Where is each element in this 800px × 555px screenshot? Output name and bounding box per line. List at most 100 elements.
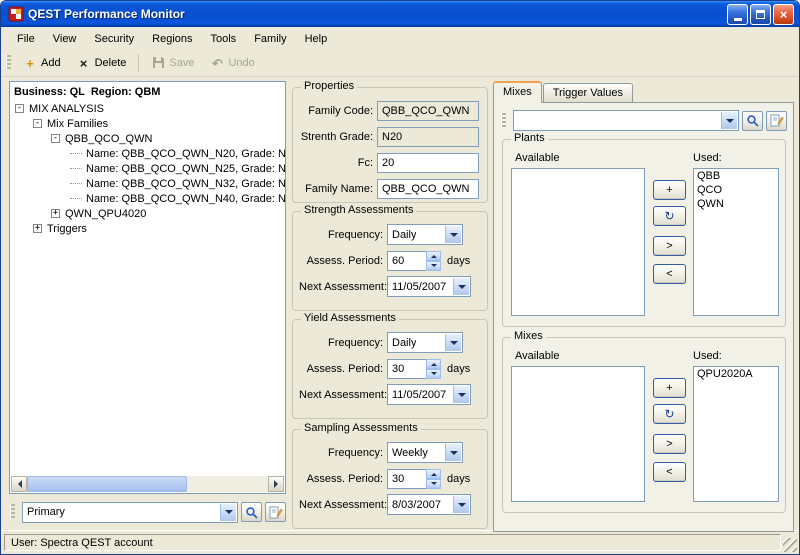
mixes-add-button[interactable]: + bbox=[653, 378, 686, 398]
menu-help[interactable]: Help bbox=[296, 30, 337, 48]
maximize-button[interactable] bbox=[750, 4, 771, 25]
undo-button-label: Undo bbox=[228, 57, 254, 69]
tree-item-mix[interactable]: Name: QBB_QCO_QWN_N20, Grade: N20 bbox=[10, 146, 285, 161]
strength-frequency-select[interactable]: Daily bbox=[387, 224, 463, 245]
chevron-down-icon[interactable] bbox=[445, 226, 461, 243]
strength-grade-field[interactable]: N20 bbox=[377, 127, 479, 147]
collapse-icon[interactable]: - bbox=[51, 134, 60, 143]
mixes-move-left-button[interactable]: < bbox=[653, 462, 686, 482]
scrollbar-thumb[interactable] bbox=[27, 476, 187, 492]
minimize-button[interactable] bbox=[727, 4, 748, 25]
scroll-left-button[interactable] bbox=[11, 476, 27, 492]
save-button[interactable]: Save bbox=[143, 52, 202, 75]
menu-family[interactable]: Family bbox=[245, 30, 295, 48]
resize-grip[interactable] bbox=[783, 538, 797, 552]
tree-item-family[interactable]: - QBB_QCO_QWN bbox=[10, 131, 285, 146]
frequency-row: Frequency: Daily bbox=[299, 224, 481, 245]
menu-security[interactable]: Security bbox=[85, 30, 143, 48]
tree-item-mix[interactable]: Name: QBB_QCO_QWN_N32, Grade: N32 bbox=[10, 176, 285, 191]
sampling-period-value[interactable]: 30 bbox=[387, 469, 427, 489]
mixes-move-right-button[interactable]: > bbox=[653, 434, 686, 454]
chevron-down-icon[interactable] bbox=[453, 496, 469, 513]
filter-grip[interactable] bbox=[501, 113, 506, 129]
spin-down-button[interactable] bbox=[426, 369, 441, 379]
properties-group: Properties Family Code: QBB_QCO_QWN Stre… bbox=[292, 87, 488, 203]
filter-search-button[interactable] bbox=[742, 111, 763, 131]
tab-trigger-values[interactable]: Trigger Values bbox=[543, 83, 633, 102]
yield-frequency-select[interactable]: Daily bbox=[387, 332, 463, 353]
strength-period-value[interactable]: 60 bbox=[387, 251, 427, 271]
filter-edit-button[interactable] bbox=[766, 111, 787, 131]
menu-file[interactable]: File bbox=[8, 30, 44, 48]
fc-field[interactable]: 20 bbox=[377, 153, 479, 173]
tree-item-mix-analysis[interactable]: - MIX ANALYSIS bbox=[10, 101, 285, 116]
tree-item-mix-families[interactable]: - Mix Families bbox=[10, 116, 285, 131]
filter-combo[interactable] bbox=[513, 110, 739, 131]
edit-button[interactable] bbox=[265, 502, 286, 522]
expand-icon[interactable]: + bbox=[51, 209, 60, 218]
tree-item-family[interactable]: + QWN_QPU4020 bbox=[10, 206, 285, 221]
expand-icon[interactable]: + bbox=[33, 224, 42, 233]
add-button[interactable]: + Add bbox=[15, 53, 69, 74]
spin-up-button[interactable] bbox=[426, 359, 441, 369]
plants-move-left-button[interactable]: < bbox=[653, 264, 686, 284]
tab-mixes[interactable]: Mixes bbox=[493, 81, 542, 103]
plants-used-list[interactable]: QBB QCO QWN bbox=[693, 168, 779, 316]
strength-period-stepper[interactable]: 60 bbox=[387, 251, 441, 271]
toolbar-grip[interactable] bbox=[6, 55, 11, 71]
undo-icon: ↶ bbox=[210, 57, 224, 70]
undo-button[interactable]: ↶ Undo bbox=[202, 53, 262, 74]
tree-item-mix[interactable]: Name: QBB_QCO_QWN_N40, Grade: N40 bbox=[10, 191, 285, 206]
next-assessment-label: Next Assessment: bbox=[299, 389, 387, 401]
chevron-down-icon[interactable] bbox=[453, 386, 469, 403]
spin-up-button[interactable] bbox=[426, 469, 441, 479]
chevron-down-icon[interactable] bbox=[220, 504, 236, 521]
family-name-field[interactable]: QBB_QCO_QWN bbox=[377, 179, 479, 199]
collapse-icon[interactable]: - bbox=[33, 119, 42, 128]
chevron-down-icon[interactable] bbox=[445, 444, 461, 461]
save-button-label: Save bbox=[169, 57, 194, 69]
selector-grip[interactable] bbox=[10, 504, 15, 520]
collapse-icon[interactable]: - bbox=[15, 104, 24, 113]
mixes-used-list[interactable]: QPU2020A bbox=[693, 366, 779, 502]
spin-up-button[interactable] bbox=[426, 251, 441, 261]
close-button[interactable]: × bbox=[773, 4, 794, 25]
search-button[interactable] bbox=[241, 502, 262, 522]
sampling-next-date-picker[interactable]: 8/03/2007 bbox=[387, 494, 471, 515]
plants-add-button[interactable]: + bbox=[653, 180, 686, 200]
scroll-right-button[interactable] bbox=[268, 476, 284, 492]
mixes-available-list[interactable] bbox=[511, 366, 645, 502]
tree-item-mix[interactable]: Name: QBB_QCO_QWN_N25, Grade: N25 bbox=[10, 161, 285, 176]
scrollbar-track[interactable] bbox=[27, 476, 268, 492]
list-item[interactable]: QCO bbox=[694, 183, 778, 197]
menu-tools[interactable]: Tools bbox=[202, 30, 246, 48]
add-icon: + bbox=[23, 57, 37, 70]
delete-button[interactable]: × Delete bbox=[69, 53, 135, 74]
yield-frequency-value: Daily bbox=[392, 337, 416, 349]
spin-down-button[interactable] bbox=[426, 479, 441, 489]
sampling-period-stepper[interactable]: 30 bbox=[387, 469, 441, 489]
tree-selector-row: Primary bbox=[9, 501, 286, 523]
tree-item-triggers[interactable]: + Triggers bbox=[10, 221, 285, 236]
plants-move-right-button[interactable]: > bbox=[653, 236, 686, 256]
plants-sync-button[interactable]: ↻ bbox=[653, 206, 686, 226]
list-item[interactable]: QWN bbox=[694, 197, 778, 211]
strength-next-date-picker[interactable]: 11/05/2007 bbox=[387, 276, 471, 297]
chevron-down-icon[interactable] bbox=[721, 112, 737, 129]
yield-period-value[interactable]: 30 bbox=[387, 359, 427, 379]
spin-down-button[interactable] bbox=[426, 261, 441, 271]
sampling-frequency-select[interactable]: Weekly bbox=[387, 442, 463, 463]
menu-view[interactable]: View bbox=[44, 30, 86, 48]
tree-selector-combo[interactable]: Primary bbox=[22, 502, 238, 523]
plants-available-list[interactable] bbox=[511, 168, 645, 316]
list-item[interactable]: QPU2020A bbox=[694, 367, 778, 381]
yield-next-date-picker[interactable]: 11/05/2007 bbox=[387, 384, 471, 405]
list-item[interactable]: QBB bbox=[694, 169, 778, 183]
menu-regions[interactable]: Regions bbox=[143, 30, 201, 48]
yield-period-stepper[interactable]: 30 bbox=[387, 359, 441, 379]
mixes-sync-button[interactable]: ↻ bbox=[653, 404, 686, 424]
chevron-down-icon[interactable] bbox=[453, 278, 469, 295]
horizontal-scrollbar[interactable] bbox=[11, 476, 284, 492]
chevron-down-icon[interactable] bbox=[445, 334, 461, 351]
family-code-field[interactable]: QBB_QCO_QWN bbox=[377, 101, 479, 121]
